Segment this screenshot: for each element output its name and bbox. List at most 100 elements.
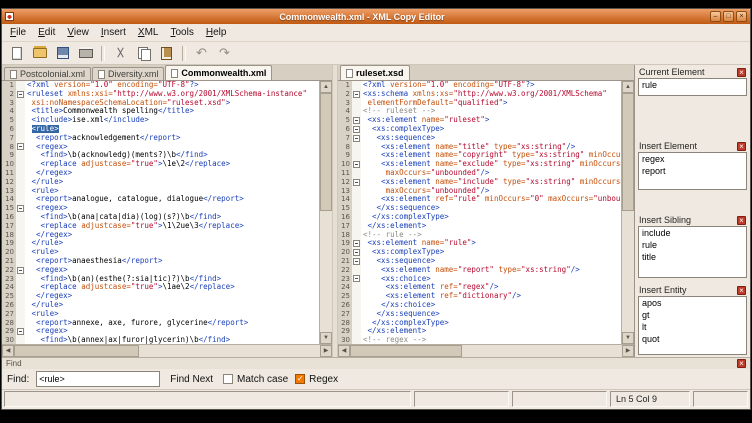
cut-icon: [115, 47, 126, 59]
scroll-up-icon[interactable]: ▲: [622, 81, 634, 93]
list-item-report[interactable]: report: [639, 165, 746, 177]
fold-toggle-icon[interactable]: [353, 179, 360, 186]
right-vertical-scrollbar[interactable]: ▲ ▼: [621, 81, 634, 344]
scroll-thumb[interactable]: [320, 93, 332, 211]
tab-commonwealth-xml[interactable]: Commonwealth.xml: [165, 65, 272, 80]
current-element-input[interactable]: rule: [638, 78, 747, 96]
scroll-down-icon[interactable]: ▼: [320, 332, 332, 344]
tab-diversity-xml[interactable]: Diversity.xml: [92, 67, 164, 80]
scroll-thumb[interactable]: [622, 93, 634, 211]
code-line: 12 </rule>: [2, 178, 319, 187]
find-close-icon[interactable]: ×: [737, 359, 746, 368]
fold-toggle-icon[interactable]: [353, 135, 360, 142]
screen: Commonwealth.xml - XML Copy Editor FileE…: [0, 0, 752, 423]
right-horizontal-scrollbar[interactable]: ◀ ▶: [338, 344, 634, 357]
left-code[interactable]: 1<?xml version="1.0" encoding="UTF-8"?>2…: [2, 81, 319, 344]
menu-file[interactable]: File: [4, 26, 32, 39]
list-item-regex[interactable]: regex: [639, 153, 746, 165]
fold-toggle-icon[interactable]: [353, 117, 360, 124]
new-button[interactable]: [6, 44, 27, 63]
scroll-left-icon[interactable]: ◀: [2, 345, 14, 357]
open-button[interactable]: [29, 44, 50, 63]
list-item-apos[interactable]: apos: [639, 297, 746, 309]
list-item-rule[interactable]: rule: [639, 239, 746, 251]
left-editor: 1<?xml version="1.0" encoding="UTF-8"?>2…: [2, 81, 332, 344]
match-case-checkbox[interactable]: [223, 374, 233, 384]
tab-label: ruleset.xsd: [356, 68, 404, 78]
fold-toggle-icon[interactable]: [17, 143, 24, 150]
redo-button[interactable]: [214, 44, 235, 63]
right-code[interactable]: 1<?xml version="1.0" encoding="UTF-8"?>2…: [338, 81, 621, 344]
status-segment: [414, 391, 509, 407]
list-item-title[interactable]: title: [639, 251, 746, 263]
menu-help[interactable]: Help: [200, 26, 233, 39]
title-bar[interactable]: Commonwealth.xml - XML Copy Editor: [2, 9, 750, 24]
fold-toggle-icon[interactable]: [353, 258, 360, 265]
menu-edit[interactable]: Edit: [32, 26, 61, 39]
scroll-down-icon[interactable]: ▼: [622, 332, 634, 344]
menu-xml[interactable]: XML: [132, 26, 165, 39]
fold-toggle-icon[interactable]: [17, 267, 24, 274]
scroll-thumb[interactable]: [350, 345, 462, 357]
regex-checkbox[interactable]: [295, 374, 305, 384]
paste-button[interactable]: [156, 44, 177, 63]
menu-insert[interactable]: Insert: [95, 26, 132, 39]
line-number: 17: [338, 222, 352, 231]
scroll-track[interactable]: [320, 211, 332, 332]
fold-toggle-icon[interactable]: [353, 161, 360, 168]
scroll-track[interactable]: [462, 345, 622, 357]
menu-tools[interactable]: Tools: [164, 26, 199, 39]
scroll-up-icon[interactable]: ▲: [320, 81, 332, 93]
list-item-include[interactable]: include: [639, 227, 746, 239]
list-item-quot[interactable]: quot: [639, 333, 746, 345]
fold-toggle-icon[interactable]: [353, 249, 360, 256]
left-vertical-scrollbar[interactable]: ▲ ▼: [319, 81, 332, 344]
code-text: </rule>: [25, 178, 319, 187]
scroll-right-icon[interactable]: ▶: [622, 345, 634, 357]
minimize-icon[interactable]: [710, 11, 721, 22]
panel-close-icon[interactable]: ×: [737, 142, 746, 151]
list-item-gt[interactable]: gt: [639, 309, 746, 321]
fold-toggle-icon[interactable]: [17, 328, 24, 335]
code-line: 15 </xs:sequence>: [338, 204, 621, 213]
line-number: 11: [2, 169, 16, 178]
right-editor: 1<?xml version="1.0" encoding="UTF-8"?>2…: [338, 81, 634, 344]
scroll-thumb[interactable]: [14, 345, 139, 357]
close-icon[interactable]: [736, 11, 747, 22]
find-label: Find:: [7, 374, 29, 385]
code-text: </xs:sequence>: [361, 310, 621, 319]
panel-close-icon[interactable]: ×: [737, 68, 746, 77]
scroll-left-icon[interactable]: ◀: [338, 345, 350, 357]
save-button[interactable]: [52, 44, 73, 63]
fold-toggle-icon[interactable]: [353, 91, 360, 98]
code-line: 29 <regex>: [2, 327, 319, 336]
fold-toggle-icon[interactable]: [353, 240, 360, 247]
tab-ruleset-xsd[interactable]: ruleset.xsd: [340, 65, 410, 80]
fold-toggle-icon[interactable]: [353, 126, 360, 133]
undo-button[interactable]: [191, 44, 212, 63]
line-number: 15: [2, 204, 16, 213]
fold-toggle-icon[interactable]: [17, 91, 24, 98]
copy-button[interactable]: [133, 44, 154, 63]
tab-postcolonial-xml[interactable]: Postcolonial.xml: [4, 67, 91, 80]
fold-toggle-icon[interactable]: [353, 275, 360, 282]
cut-button[interactable]: [110, 44, 131, 63]
scroll-track[interactable]: [139, 345, 320, 357]
copy-icon: [138, 47, 150, 60]
panel-close-icon[interactable]: ×: [737, 286, 746, 295]
left-horizontal-scrollbar[interactable]: ◀ ▶: [2, 344, 332, 357]
find-input[interactable]: [36, 371, 160, 387]
scroll-track[interactable]: [622, 211, 634, 332]
scroll-right-icon[interactable]: ▶: [320, 345, 332, 357]
line-number: 21: [2, 257, 16, 266]
maximize-icon[interactable]: [723, 11, 734, 22]
fold-margin: [16, 328, 25, 335]
list-item-lt[interactable]: lt: [639, 321, 746, 333]
toolbar-separator: [101, 46, 105, 61]
print-button[interactable]: [75, 44, 96, 63]
find-next-button[interactable]: Find Next: [167, 374, 216, 385]
fold-margin: [352, 126, 361, 133]
fold-toggle-icon[interactable]: [17, 205, 24, 212]
menu-view[interactable]: View: [61, 26, 95, 39]
panel-close-icon[interactable]: ×: [737, 216, 746, 225]
